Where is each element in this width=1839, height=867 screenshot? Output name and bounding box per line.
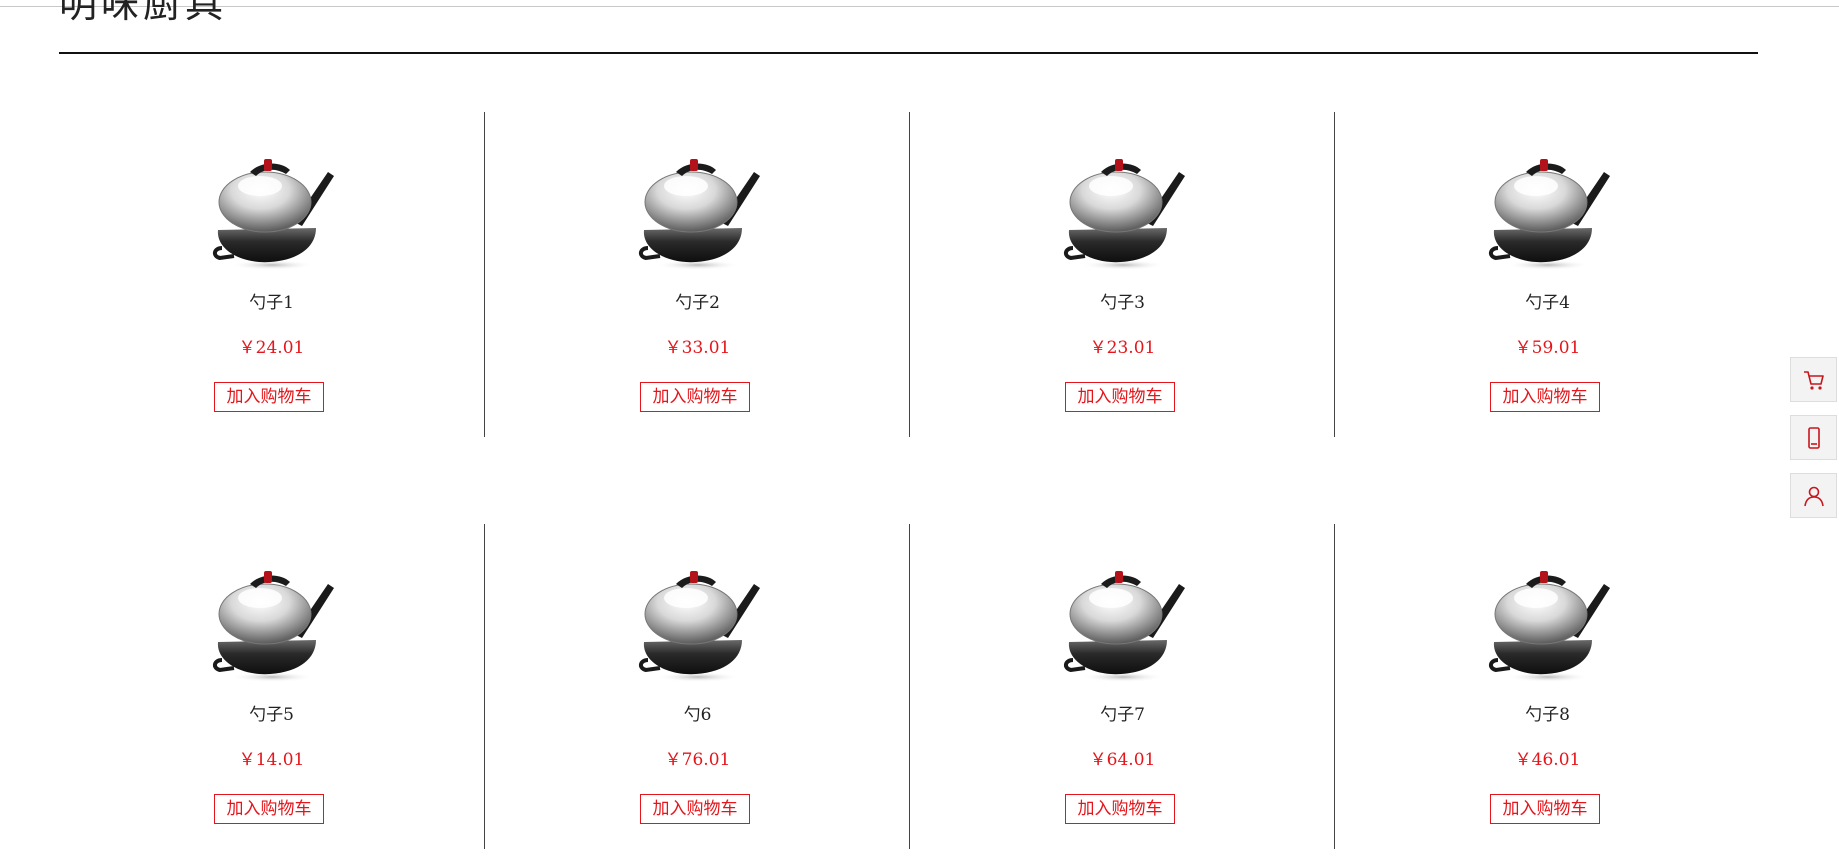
wok-image[interactable] xyxy=(1486,152,1612,274)
add-to-cart-button[interactable]: 加入购物车 xyxy=(214,794,324,824)
wok-image[interactable] xyxy=(1486,564,1612,686)
product-card: 勺子3 ￥23.01 加入购物车 xyxy=(909,112,1334,437)
product-name[interactable]: 勺子1 xyxy=(59,292,484,314)
product-name[interactable]: 勺子8 xyxy=(1335,704,1760,726)
product-row: 勺子5 ￥14.01 加入购物车 勺6 ￥76.01 加入购物车 勺子7 ￥64… xyxy=(59,524,1758,849)
product-price: ￥64.01 xyxy=(1089,750,1156,770)
wok-image[interactable] xyxy=(636,564,762,686)
product-price: ￥24.01 xyxy=(238,338,305,358)
product-card: 勺子5 ￥14.01 加入购物车 xyxy=(59,524,484,849)
add-to-cart-button[interactable]: 加入购物车 xyxy=(214,382,324,412)
product-name[interactable]: 勺子2 xyxy=(485,292,910,314)
product-name[interactable]: 勺子5 xyxy=(59,704,484,726)
product-price: ￥23.01 xyxy=(1089,338,1156,358)
product-name[interactable]: 勺子7 xyxy=(910,704,1335,726)
wok-image[interactable] xyxy=(1061,152,1187,274)
add-to-cart-button[interactable]: 加入购物车 xyxy=(1065,794,1175,824)
user-button[interactable] xyxy=(1790,473,1837,518)
wok-image[interactable] xyxy=(1061,564,1187,686)
product-price: ￥76.01 xyxy=(664,750,731,770)
wok-image[interactable] xyxy=(210,152,336,274)
mobile-icon xyxy=(1807,426,1820,449)
product-card: 勺6 ￥76.01 加入购物车 xyxy=(484,524,909,849)
product-price: ￥33.01 xyxy=(664,338,731,358)
product-card: 勺子7 ￥64.01 加入购物车 xyxy=(909,524,1334,849)
product-grid: 勺子1 ￥24.01 加入购物车 勺子2 ￥33.01 加入购物车 勺子3 ￥2… xyxy=(59,0,1758,867)
product-name[interactable]: 勺子4 xyxy=(1335,292,1760,314)
add-to-cart-button[interactable]: 加入购物车 xyxy=(1065,382,1175,412)
mobile-button[interactable] xyxy=(1790,415,1837,460)
product-card: 勺子4 ￥59.01 加入购物车 xyxy=(1334,112,1759,437)
product-name[interactable]: 勺6 xyxy=(485,704,910,726)
product-name[interactable]: 勺子3 xyxy=(910,292,1335,314)
product-price: ￥59.01 xyxy=(1514,338,1581,358)
wok-image[interactable] xyxy=(210,564,336,686)
product-price: ￥14.01 xyxy=(238,750,305,770)
add-to-cart-button[interactable]: 加入购物车 xyxy=(640,794,750,824)
product-card: 勺子8 ￥46.01 加入购物车 xyxy=(1334,524,1759,849)
add-to-cart-button[interactable]: 加入购物车 xyxy=(640,382,750,412)
user-icon xyxy=(1803,486,1824,507)
product-row: 勺子1 ￥24.01 加入购物车 勺子2 ￥33.01 加入购物车 勺子3 ￥2… xyxy=(59,112,1758,437)
add-to-cart-button[interactable]: 加入购物车 xyxy=(1490,794,1600,824)
wok-image[interactable] xyxy=(636,152,762,274)
product-card: 勺子2 ￥33.01 加入购物车 xyxy=(484,112,909,437)
page: 明味厨具 勺子1 ￥24.01 加入购物车 勺子2 ￥33.01 加入购物车 勺… xyxy=(0,0,1839,867)
add-to-cart-button[interactable]: 加入购物车 xyxy=(1490,382,1600,412)
product-price: ￥46.01 xyxy=(1514,750,1581,770)
product-card: 勺子1 ￥24.01 加入购物车 xyxy=(59,112,484,437)
cart-icon xyxy=(1802,370,1824,390)
cart-button[interactable] xyxy=(1790,357,1837,402)
